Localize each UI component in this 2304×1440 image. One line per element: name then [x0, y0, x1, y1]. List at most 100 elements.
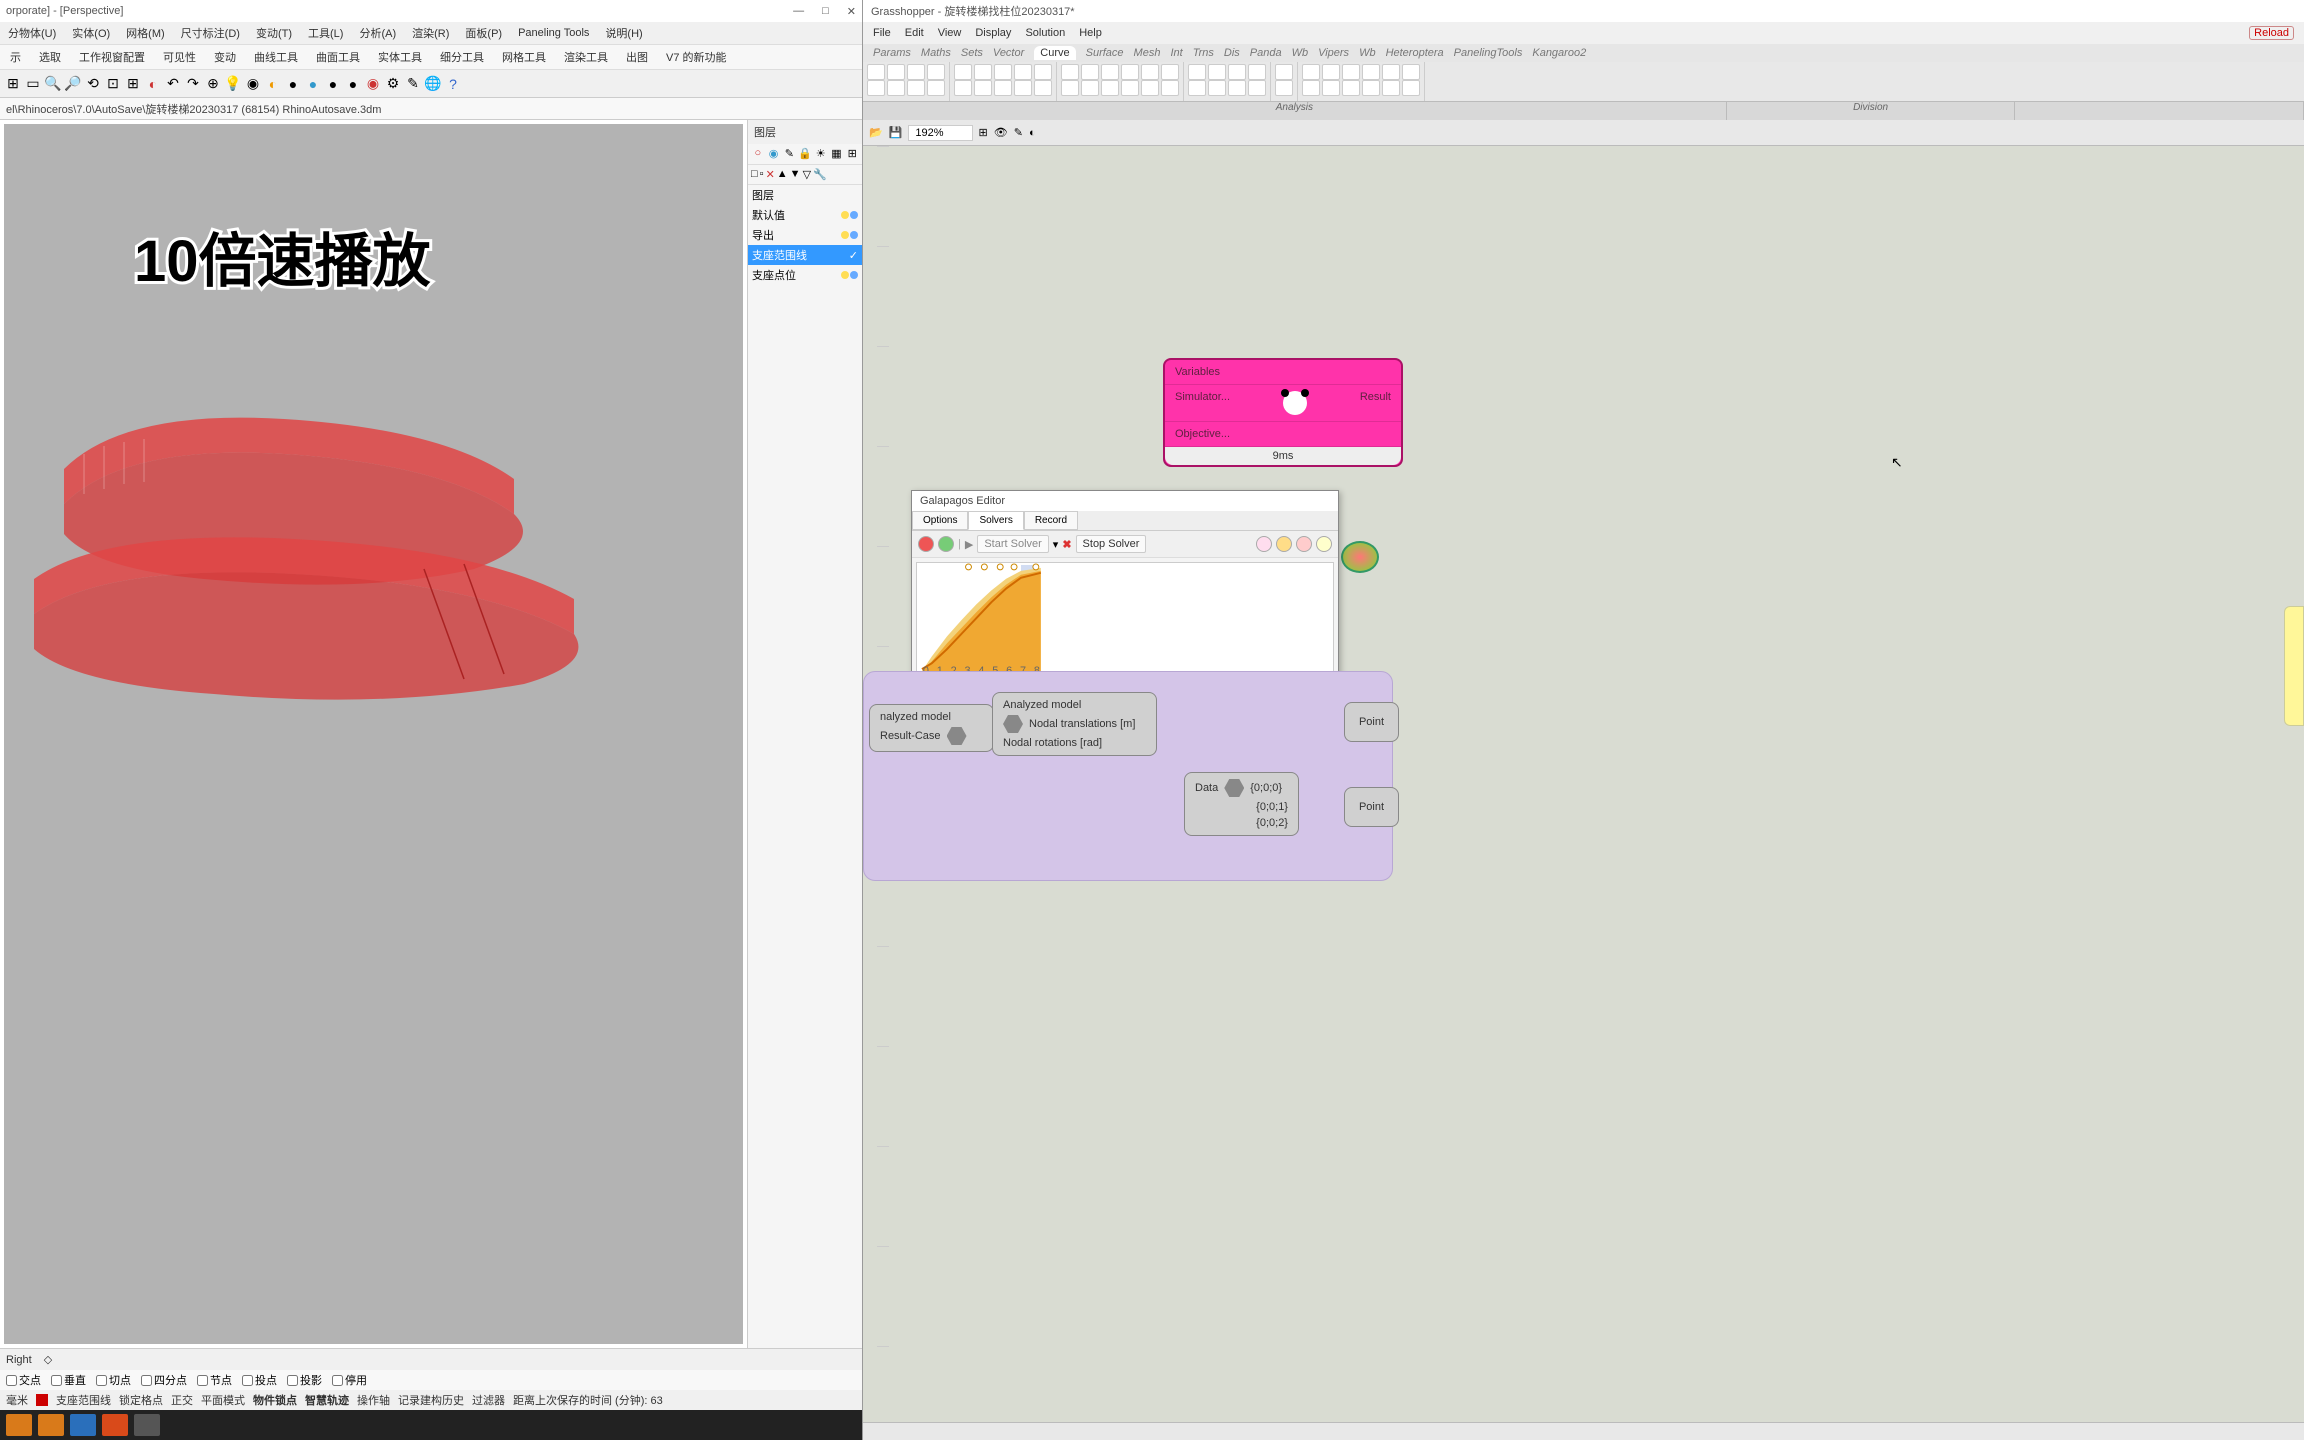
- minimize-icon[interactable]: —: [793, 5, 804, 18]
- ribbon-icon[interactable]: [1208, 64, 1226, 80]
- osnap-check[interactable]: 投点: [242, 1372, 277, 1388]
- up-icon[interactable]: ▲: [777, 168, 788, 181]
- ribbon-icon[interactable]: [1402, 80, 1420, 96]
- tab[interactable]: 工作视窗配置: [79, 49, 145, 65]
- dropdown-icon[interactable]: ▾: [1053, 538, 1059, 551]
- ribbon-icon[interactable]: [1382, 80, 1400, 96]
- open-icon[interactable]: 📂: [869, 126, 883, 139]
- cat-tab[interactable]: Maths: [921, 47, 951, 59]
- layer-tool-icon[interactable]: ▦: [830, 147, 844, 161]
- cat-tab[interactable]: Wb: [1292, 47, 1309, 59]
- info-icon[interactable]: [1296, 536, 1312, 552]
- start-solver-button[interactable]: Start Solver: [977, 535, 1048, 553]
- layer-row[interactable]: 支座点位: [748, 265, 862, 285]
- ribbon-icon[interactable]: [1248, 80, 1266, 96]
- tab[interactable]: 实体工具: [378, 49, 422, 65]
- ribbon-icon[interactable]: [1188, 80, 1206, 96]
- layer-tool-icon[interactable]: ○: [751, 147, 765, 161]
- tool-icon[interactable]: 🔍: [44, 75, 62, 93]
- menu-file[interactable]: File: [873, 27, 891, 39]
- menu-item[interactable]: 分物体(U): [8, 25, 56, 41]
- cat-tab[interactable]: Wb: [1359, 47, 1376, 59]
- galapagos-component[interactable]: Variables Simulator...Result Objective..…: [1163, 358, 1403, 467]
- tab[interactable]: 曲面工具: [316, 49, 360, 65]
- ribbon-icon[interactable]: [1362, 80, 1380, 96]
- layer-tool-icon[interactable]: ☀: [814, 147, 828, 161]
- cat-tab[interactable]: Curve: [1034, 46, 1075, 60]
- gh-battery-component[interactable]: [1341, 541, 1379, 573]
- taskbar-item[interactable]: [38, 1414, 64, 1436]
- tab[interactable]: 选取: [39, 49, 61, 65]
- ribbon-icon[interactable]: [994, 64, 1012, 80]
- layer-row[interactable]: 导出: [748, 225, 862, 245]
- tab[interactable]: 示: [10, 49, 21, 65]
- ribbon-icon[interactable]: [1121, 64, 1139, 80]
- down-icon[interactable]: ▼: [790, 168, 801, 181]
- maximize-icon[interactable]: □: [822, 5, 829, 18]
- cat-tab[interactable]: PanelingTools: [1454, 47, 1523, 59]
- ribbon-icon[interactable]: [994, 80, 1012, 96]
- info-icon[interactable]: [1276, 536, 1292, 552]
- tab[interactable]: 可见性: [163, 49, 196, 65]
- play-icon[interactable]: ▶: [965, 538, 973, 551]
- tool-icon[interactable]: ◐: [1029, 127, 1036, 139]
- menu-help[interactable]: Help: [1079, 27, 1102, 39]
- ribbon-icon[interactable]: [1061, 64, 1079, 80]
- layer-tool-icon[interactable]: 🔒: [798, 147, 812, 161]
- tool-icon[interactable]: 🔧: [813, 168, 827, 181]
- menu-solution[interactable]: Solution: [1025, 27, 1065, 39]
- cat-tab[interactable]: Panda: [1250, 47, 1282, 59]
- ribbon-icon[interactable]: [1382, 64, 1400, 80]
- cat-tab[interactable]: Heteroptera: [1386, 47, 1444, 59]
- tool-icon[interactable]: ↶: [164, 75, 182, 93]
- ribbon-icon[interactable]: [1402, 64, 1420, 80]
- menu-item[interactable]: 面板(P): [465, 25, 502, 41]
- tab-solvers[interactable]: Solvers: [968, 511, 1023, 530]
- osnap-check[interactable]: 四分点: [141, 1372, 187, 1388]
- gh-component[interactable]: nalyzed model Result-Case: [869, 704, 994, 752]
- cat-tab[interactable]: Params: [873, 47, 911, 59]
- zoom-input[interactable]: 192%: [908, 125, 972, 141]
- osnap-check[interactable]: 停用: [332, 1372, 367, 1388]
- ribbon-icon[interactable]: [1208, 80, 1226, 96]
- menu-item[interactable]: 实体(O): [72, 25, 110, 41]
- info-icon[interactable]: [1256, 536, 1272, 552]
- viewport-perspective[interactable]: 10倍速播放: [4, 124, 743, 1344]
- tool-icon[interactable]: ⊞: [4, 75, 22, 93]
- tool-icon[interactable]: ◐: [144, 75, 162, 93]
- cat-tab[interactable]: Int: [1170, 47, 1182, 59]
- ribbon-icon[interactable]: [1302, 64, 1320, 80]
- osnap-check[interactable]: 垂直: [51, 1372, 86, 1388]
- layer-tool-icon[interactable]: ✎: [782, 147, 796, 161]
- tool-icon[interactable]: ↷: [184, 75, 202, 93]
- ribbon-icon[interactable]: [1322, 80, 1340, 96]
- ribbon-icon[interactable]: [1141, 64, 1159, 80]
- preview-icon[interactable]: 👁: [994, 126, 1008, 139]
- ribbon-icon[interactable]: [1014, 64, 1032, 80]
- ribbon-icon[interactable]: [1275, 80, 1293, 96]
- cat-tab[interactable]: Trns: [1193, 47, 1214, 59]
- taskbar-item[interactable]: [6, 1414, 32, 1436]
- ribbon-icon[interactable]: [1342, 64, 1360, 80]
- tool-icon[interactable]: ✎: [404, 75, 422, 93]
- tool-icon[interactable]: ◉: [244, 75, 262, 93]
- menu-item[interactable]: 渲染(R): [412, 25, 449, 41]
- gh-canvas[interactable]: ↖ Variables Simulator...Result Objective…: [863, 146, 2304, 1422]
- tool-icon[interactable]: ⚙: [384, 75, 402, 93]
- close-icon[interactable]: ✕: [847, 5, 856, 18]
- grip-icon[interactable]: [1003, 715, 1023, 733]
- ribbon-icon[interactable]: [1188, 64, 1206, 80]
- ribbon-icon[interactable]: [1101, 80, 1119, 96]
- menu-item[interactable]: 工具(L): [308, 25, 343, 41]
- cat-tab[interactable]: Dis: [1224, 47, 1240, 59]
- taskbar-item[interactable]: [134, 1414, 160, 1436]
- tool-icon[interactable]: 🔎: [64, 75, 82, 93]
- solver-mode-icon[interactable]: [938, 536, 954, 552]
- ribbon-icon[interactable]: [954, 80, 972, 96]
- tab[interactable]: 出图: [626, 49, 648, 65]
- tool-icon[interactable]: ⊕: [204, 75, 222, 93]
- taskbar-item[interactable]: [70, 1414, 96, 1436]
- taskbar-item[interactable]: [102, 1414, 128, 1436]
- layer-tool-icon[interactable]: ◉: [767, 147, 781, 161]
- ribbon-icon[interactable]: [1275, 64, 1293, 80]
